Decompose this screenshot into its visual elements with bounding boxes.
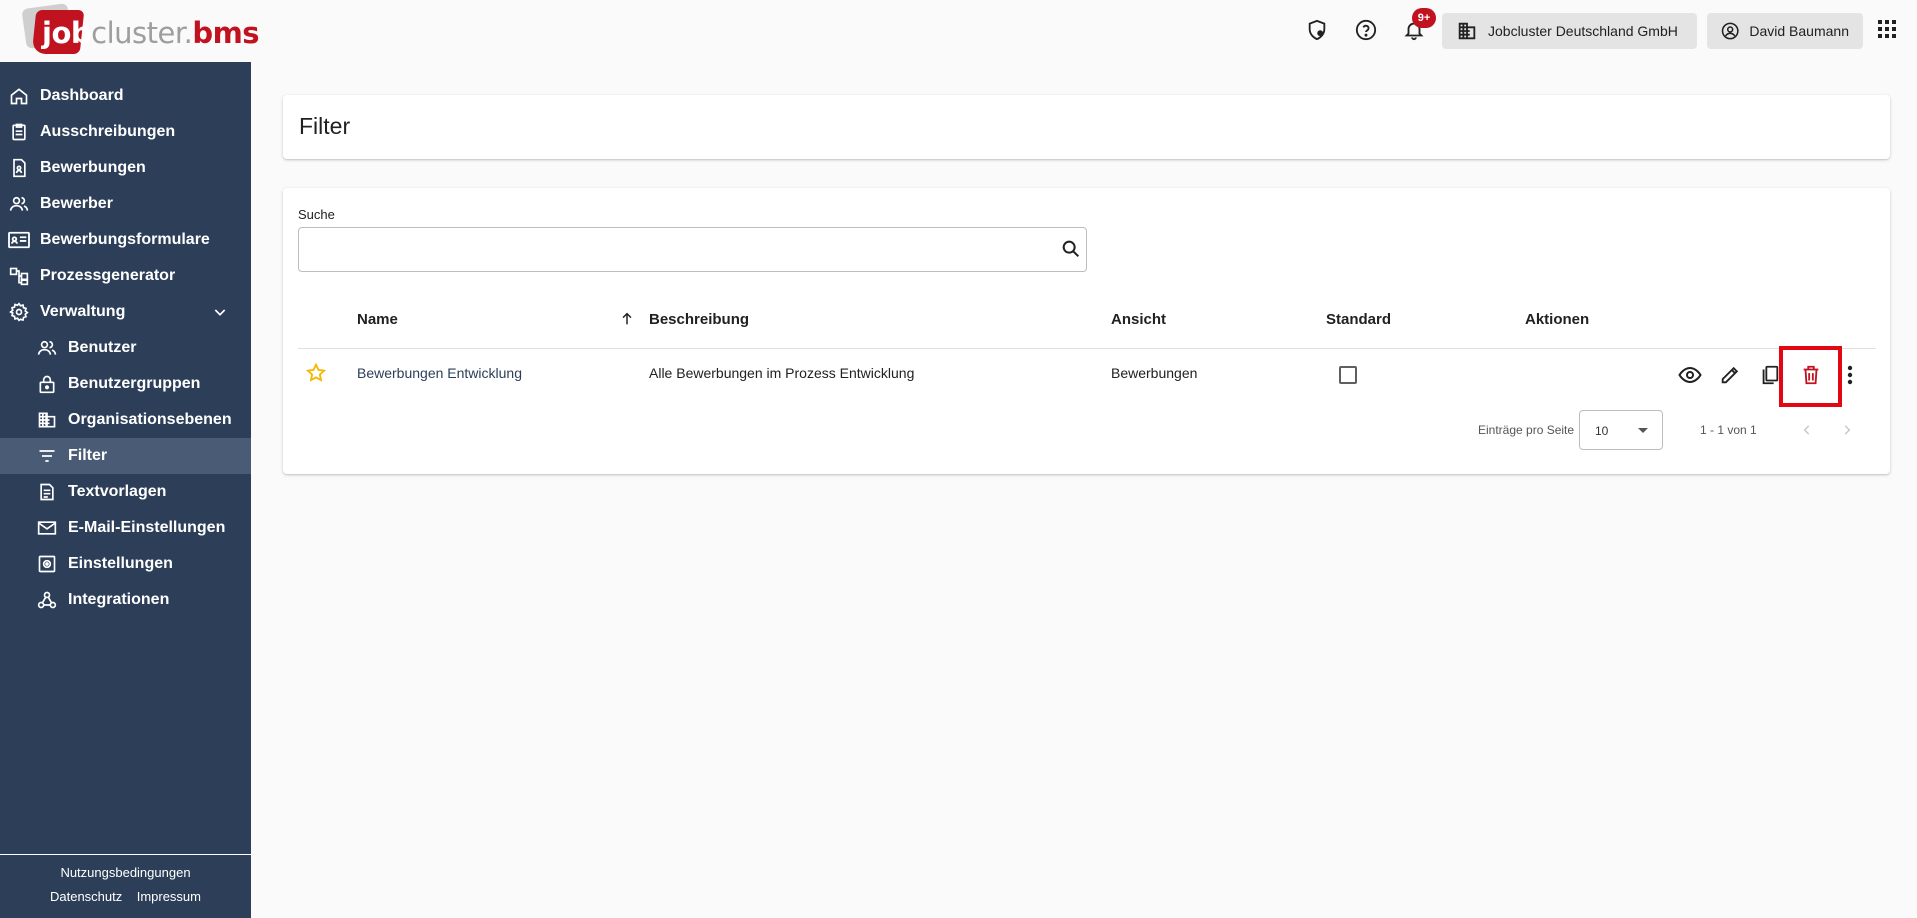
sidebar-footer: Nutzungsbedingungen Datenschutz Impressu…: [0, 854, 251, 918]
page-title: Filter: [299, 113, 351, 139]
page-header-card: Filter: [283, 95, 1890, 159]
more-vert-icon[interactable]: [1837, 362, 1863, 388]
sidebar-item-einstellungen[interactable]: Einstellungen: [0, 546, 251, 582]
form-icon: [8, 229, 30, 251]
shield-icon[interactable]: [1303, 16, 1331, 44]
notification-badge: 9+: [1412, 8, 1436, 28]
imprint-link[interactable]: Impressum: [137, 889, 201, 904]
sidebar-item-integrationen[interactable]: Integrationen: [0, 582, 251, 618]
app-logo[interactable]: jobcluster.bms: [21, 2, 260, 56]
privacy-link[interactable]: Datenschutz: [50, 889, 122, 904]
people-icon: [36, 337, 58, 359]
sidebar-item-prozessgenerator[interactable]: Prozessgenerator: [0, 258, 251, 294]
row-view: Bewerbungen: [1111, 365, 1198, 381]
delete-highlight-box: [1779, 346, 1842, 407]
search-input[interactable]: [309, 236, 1029, 264]
company-name: Jobcluster Deutschland GmbH: [1488, 23, 1678, 39]
dropdown-caret-icon: [1638, 428, 1648, 433]
sidebar-item-ausschreibungen[interactable]: Ausschreibungen: [0, 114, 251, 150]
per-page-select[interactable]: 10: [1579, 410, 1663, 450]
prev-page-icon[interactable]: [1797, 420, 1817, 440]
settings-box-icon: [36, 553, 58, 575]
sidebar-item-verwaltung[interactable]: Verwaltung: [0, 294, 251, 330]
eye-icon[interactable]: [1677, 362, 1703, 388]
filter-table-card: Suche Name Beschreibung Ansicht Standard…: [283, 188, 1890, 474]
column-header-standard[interactable]: Standard: [1326, 311, 1391, 328]
sidebar: Dashboard Ausschreibungen Bewerbungen Be…: [0, 62, 251, 918]
webhook-icon: [36, 589, 58, 611]
help-icon[interactable]: [1352, 16, 1380, 44]
logo-text: jobcluster.bms: [42, 16, 260, 50]
sidebar-item-organisationsebenen[interactable]: Organisationsebenen: [0, 402, 251, 438]
sidebar-item-bewerber[interactable]: Bewerber: [0, 186, 251, 222]
favorite-star-icon[interactable]: [305, 362, 327, 389]
building-icon: [1458, 22, 1476, 40]
pencil-icon[interactable]: [1717, 362, 1743, 388]
column-header-ansicht[interactable]: Ansicht: [1111, 311, 1166, 328]
pagination-range: 1 - 1 von 1: [1700, 423, 1757, 437]
user-menu[interactable]: David Baumann: [1707, 13, 1863, 49]
sort-ascending-icon[interactable]: [619, 311, 635, 332]
sidebar-item-filter[interactable]: Filter: [0, 438, 251, 474]
per-page-label: Einträge pro Seite: [1478, 423, 1575, 437]
row-description: Alle Bewerbungen im Prozess Entwicklung: [649, 365, 915, 381]
user-name: David Baumann: [1749, 23, 1849, 39]
sidebar-item-bewerbungsformulare[interactable]: Bewerbungsformulare: [0, 222, 251, 258]
filter-icon: [36, 445, 58, 467]
process-icon: [8, 265, 30, 287]
sidebar-item-bewerbungen[interactable]: Bewerbungen: [0, 150, 251, 186]
company-selector[interactable]: Jobcluster Deutschland GmbH: [1442, 13, 1697, 49]
lock-icon: [36, 373, 58, 395]
sidebar-item-dashboard[interactable]: Dashboard: [0, 78, 251, 114]
sidebar-item-benutzer[interactable]: Benutzer: [0, 330, 251, 366]
search-icon[interactable]: [1060, 238, 1082, 265]
mail-icon: [36, 517, 58, 539]
search-label: Suche: [298, 207, 335, 222]
chevron-down-icon[interactable]: [212, 304, 228, 325]
column-header-beschreibung[interactable]: Beschreibung: [649, 311, 749, 328]
top-bar: jobcluster.bms 9+ Jobcluster Deutschland…: [0, 0, 1917, 62]
column-header-aktionen: Aktionen: [1525, 311, 1590, 328]
people-icon: [8, 193, 30, 215]
apps-grid-icon[interactable]: [1878, 20, 1896, 43]
next-page-icon[interactable]: [1837, 420, 1857, 440]
sidebar-item-benutzergruppen[interactable]: Benutzergruppen: [0, 366, 251, 402]
row-name[interactable]: Bewerbungen Entwicklung: [357, 365, 522, 381]
sidebar-item-email-einstellungen[interactable]: E-Mail-Einstellungen: [0, 510, 251, 546]
clipboard-icon: [8, 121, 30, 143]
column-header-name[interactable]: Name: [357, 311, 398, 328]
terms-link[interactable]: Nutzungsbedingungen: [60, 865, 190, 880]
search-field[interactable]: [298, 227, 1087, 272]
home-icon: [8, 85, 30, 107]
sidebar-item-textvorlagen[interactable]: Textvorlagen: [0, 474, 251, 510]
standard-checkbox[interactable]: [1339, 366, 1357, 384]
per-page-value: 10: [1595, 424, 1609, 438]
application-icon: [8, 157, 30, 179]
building-icon: [36, 409, 58, 431]
table-divider: [298, 348, 1876, 349]
gear-icon: [8, 301, 30, 323]
document-icon: [36, 481, 58, 503]
account-icon: [1721, 22, 1739, 40]
